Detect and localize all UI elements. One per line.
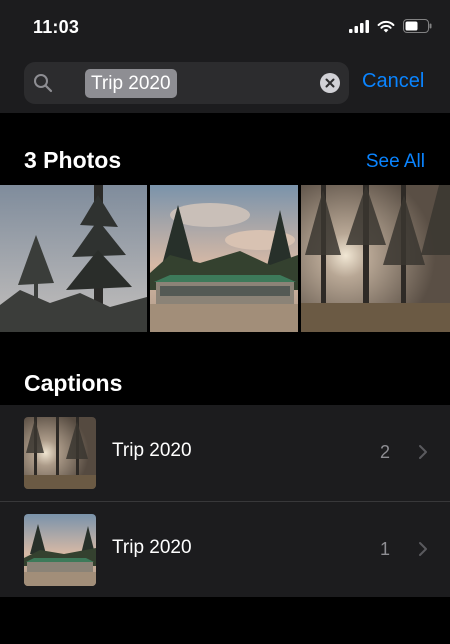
caption-thumbnail (24, 417, 96, 489)
cancel-button[interactable]: Cancel (362, 70, 424, 93)
search-icon (34, 74, 53, 93)
captions-section-title: Captions (24, 370, 123, 396)
green-roof-building-thumbnail (24, 514, 96, 586)
status-bar: 11:03 (0, 0, 450, 56)
caption-thumbnail (24, 514, 96, 586)
photo-strip (0, 185, 450, 332)
chevron-right-icon (419, 542, 427, 556)
caption-count: 2 (379, 442, 390, 462)
tall-pine-against-sky-photo (0, 185, 147, 332)
sunset-through-forest-photo (301, 185, 450, 332)
wifi-icon (377, 20, 395, 32)
sunset-through-forest-thumbnail (24, 417, 96, 489)
see-all-button[interactable]: See All (366, 151, 425, 173)
photos-section-title: 3 Photos (24, 147, 122, 173)
list-item[interactable]: Trip 2020 1 (0, 501, 450, 597)
captions-list: Trip 2020 2 Trip 2020 1 (0, 405, 450, 597)
header-area: 11:03 Trip 2020 Cancel (0, 0, 450, 113)
photo-thumbnail[interactable] (150, 185, 298, 332)
caption-label: Trip 2020 (112, 440, 192, 461)
battery-icon (403, 19, 432, 33)
list-item[interactable]: Trip 2020 2 (0, 405, 450, 501)
cellular-signal-icon (349, 19, 369, 33)
green-roof-building-with-trees-photo (150, 185, 298, 332)
status-icons (349, 19, 432, 33)
search-query-token[interactable]: Trip 2020 (85, 69, 177, 98)
caption-label: Trip 2020 (112, 537, 192, 558)
clear-search-icon[interactable] (320, 73, 340, 93)
captions-section-header: Captions (0, 367, 450, 397)
photo-thumbnail[interactable] (0, 185, 147, 332)
status-time: 11:03 (33, 17, 80, 37)
photo-thumbnail[interactable] (301, 185, 450, 332)
search-field[interactable]: Trip 2020 (24, 62, 349, 104)
photos-section-header: 3 Photos See All (0, 144, 450, 176)
caption-count: 1 (379, 539, 390, 559)
search-row: Trip 2020 Cancel (0, 62, 450, 104)
chevron-right-icon (419, 445, 427, 459)
